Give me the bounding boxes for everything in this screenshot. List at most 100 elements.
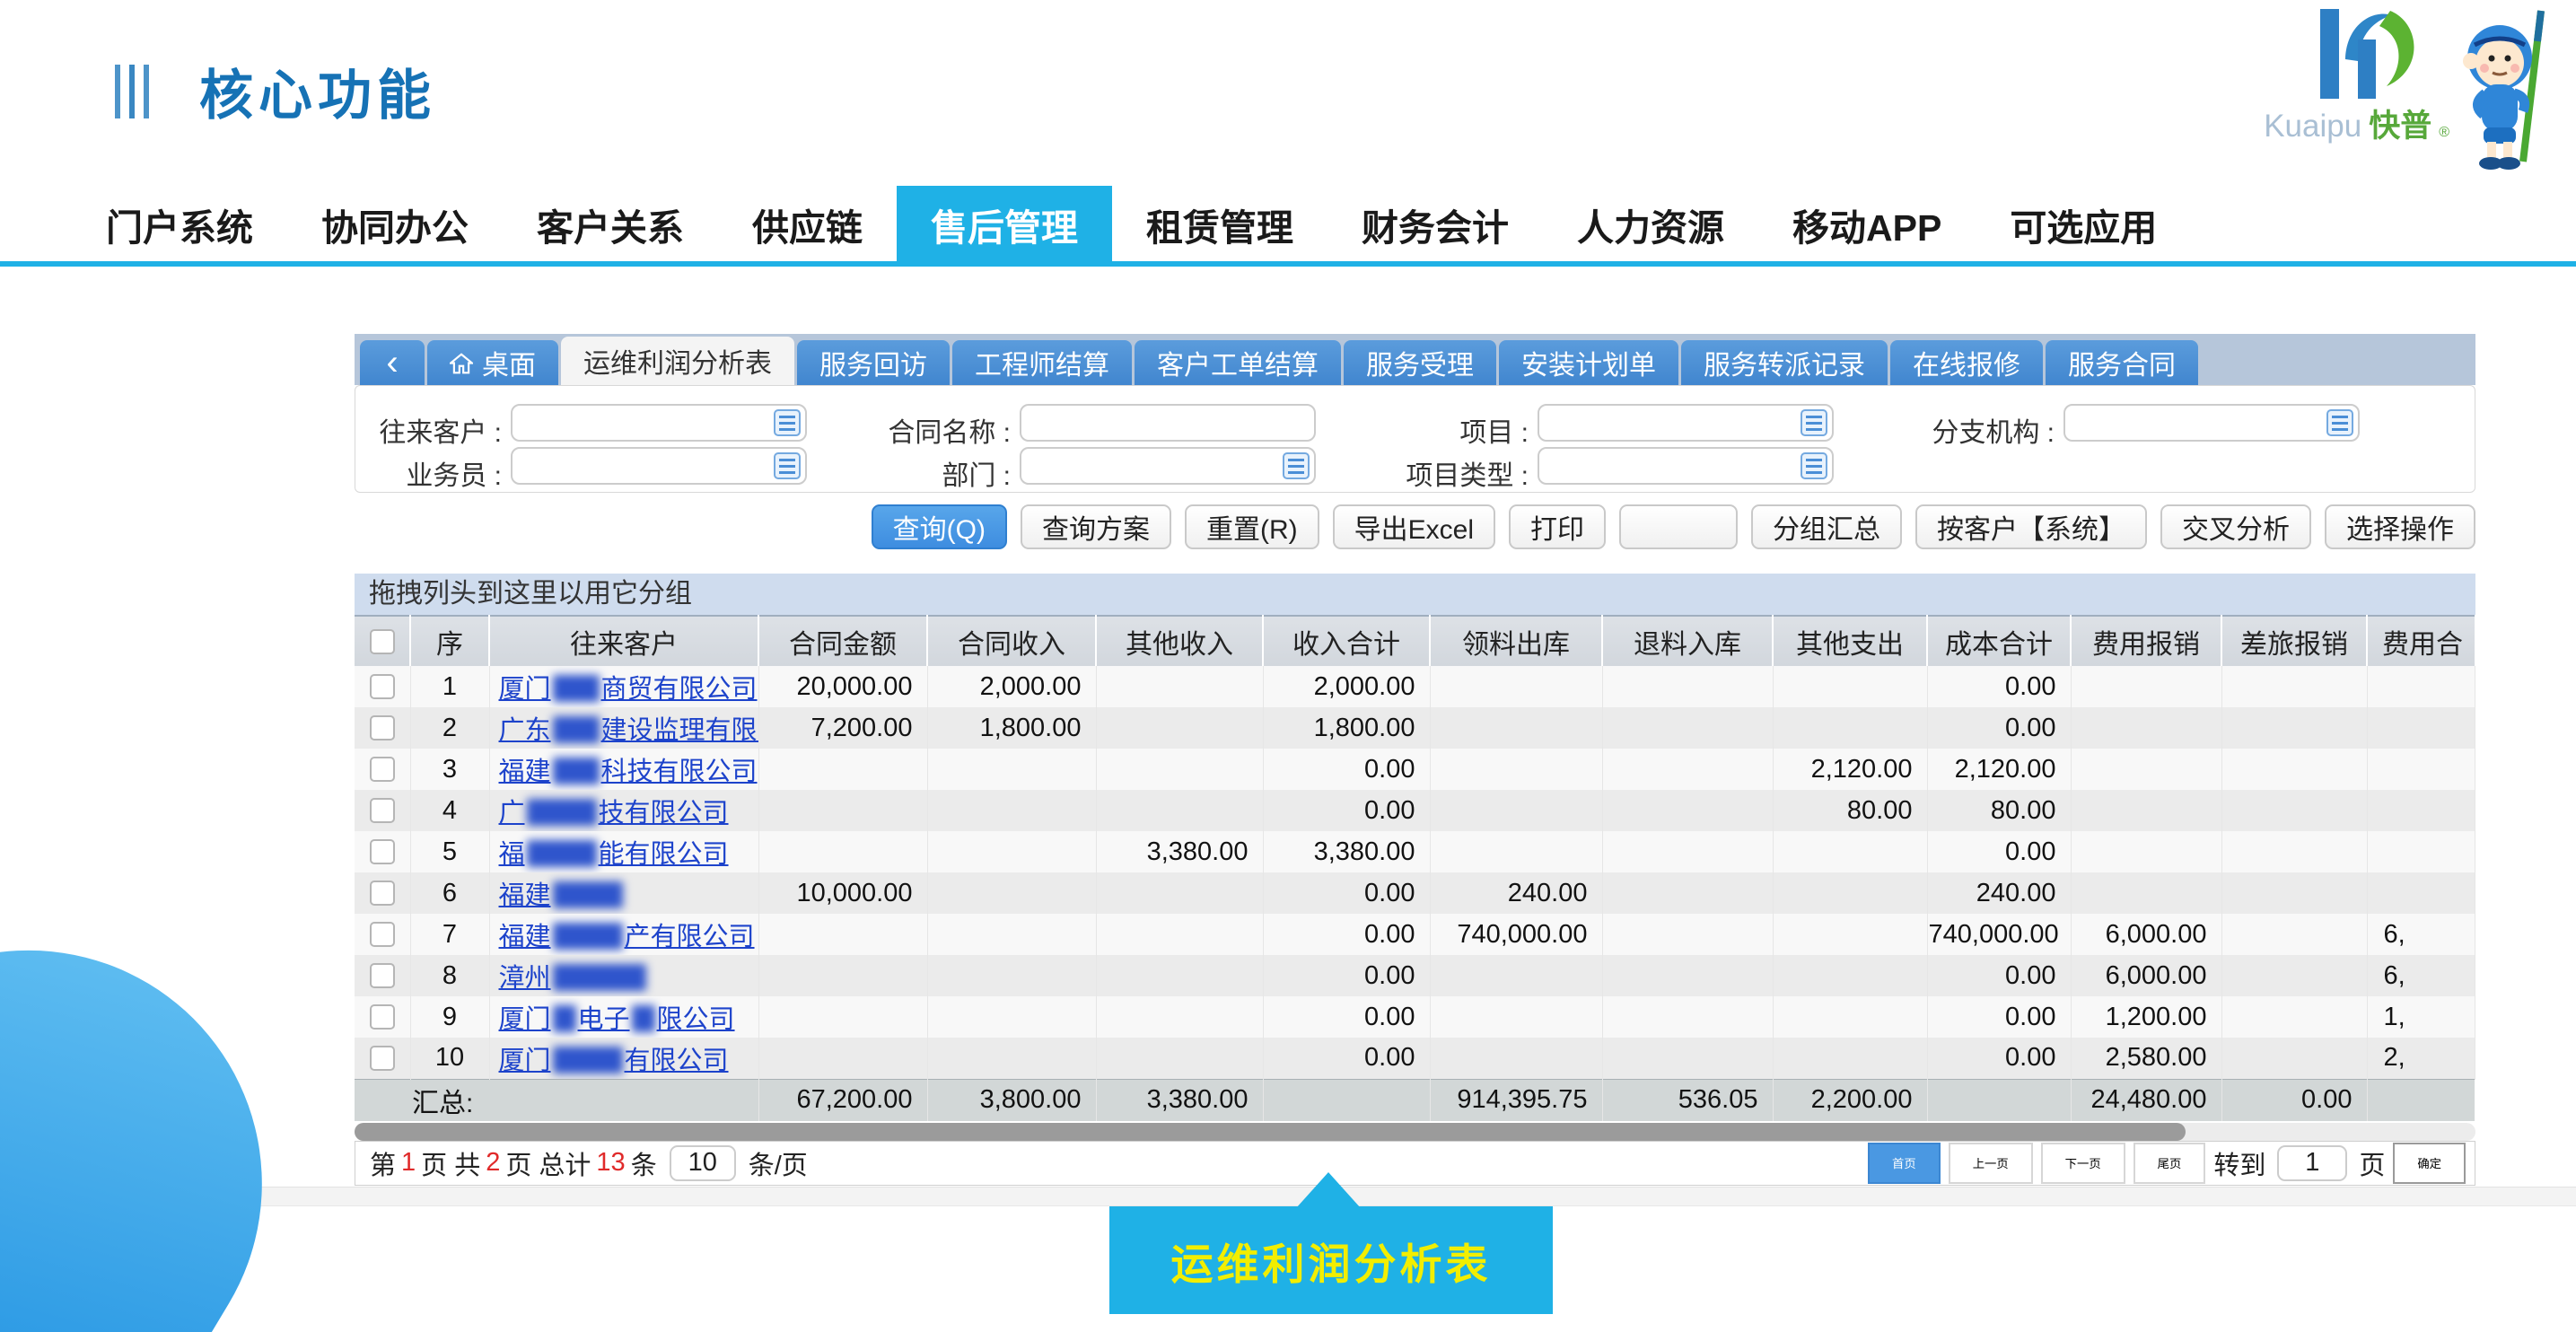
last-page-button[interactable]: 尾页 [2134, 1143, 2206, 1184]
filter-input-r1c1[interactable] [511, 404, 807, 442]
module-tab-9[interactable]: 在线报修 [1890, 340, 2043, 385]
column-header-11[interactable]: 费用报销 [2071, 616, 2221, 666]
group-drop-zone[interactable]: 拖拽列头到这里以用它分组 [355, 574, 2475, 615]
nav-item-4[interactable]: 供应链 [718, 186, 897, 263]
prev-page-button[interactable]: 上一页 [1949, 1143, 2033, 1184]
toolbar-button-9[interactable]: 交叉分析 [2160, 504, 2311, 549]
nav-item-6[interactable]: 租赁管理 [1112, 186, 1327, 263]
row-checkbox[interactable] [370, 881, 395, 906]
row-checkbox[interactable] [370, 922, 395, 947]
toolbar-button-5[interactable]: 打印 [1509, 504, 1606, 549]
row-checkbox[interactable] [370, 839, 395, 864]
row-checkbox[interactable] [370, 674, 395, 699]
filter-input-r1c4[interactable] [2063, 404, 2360, 442]
customer-link[interactable]: 厦门有限公司 [499, 1047, 729, 1075]
nav-item-7[interactable]: 财务会计 [1327, 186, 1543, 263]
customer-link[interactable]: 福建 [499, 881, 625, 910]
column-header-13[interactable]: 费用合 [2367, 616, 2475, 666]
customer-link[interactable]: 福建科技有限公司 [499, 758, 758, 786]
next-page-button[interactable]: 下一页 [2041, 1143, 2125, 1184]
nav-item-5[interactable]: 售后管理 [897, 186, 1112, 263]
tab-back-button[interactable]: ‹ [360, 340, 425, 385]
nav-item-9[interactable]: 移动APP [1758, 186, 1976, 263]
column-header-4[interactable]: 合同收入 [927, 616, 1096, 666]
toolbar-button-2[interactable]: 查询方案 [1021, 504, 1171, 549]
filter-input-r2c2[interactable] [1020, 447, 1316, 485]
page-size-input[interactable]: 10 [670, 1145, 736, 1181]
redacted-text [553, 716, 600, 743]
grid-cell [1096, 914, 1263, 955]
toolbar-button-10[interactable]: 选择操作 [2325, 504, 2475, 549]
nav-item-1[interactable]: 门户系统 [72, 186, 287, 263]
toolbar-button-3[interactable]: 重置(R) [1185, 504, 1319, 549]
row-checkbox[interactable] [370, 963, 395, 988]
filter-input-r2c1[interactable] [511, 447, 807, 485]
nav-item-10[interactable]: 可选应用 [1976, 186, 2191, 263]
module-tab-7[interactable]: 安装计划单 [1499, 340, 1678, 385]
list-picker-icon[interactable] [774, 409, 801, 436]
customer-link[interactable]: 漳州 [499, 964, 648, 993]
list-picker-icon[interactable] [774, 452, 801, 479]
column-header-1[interactable]: 序 [410, 616, 489, 666]
grid-cell: 6, [2367, 955, 2475, 996]
module-tab-1[interactable]: 桌面 [427, 340, 558, 385]
horizontal-scrollbar[interactable] [355, 1123, 2475, 1141]
confirm-button[interactable]: 确定 [2393, 1143, 2466, 1184]
list-picker-icon[interactable] [2326, 409, 2353, 436]
list-picker-icon[interactable] [1283, 452, 1310, 479]
toolbar-button-8[interactable]: 按客户【系统】 [1915, 504, 2147, 549]
summary-cell: 914,395.75 [1430, 1079, 1602, 1121]
first-page-button[interactable]: 首页 [1868, 1143, 1941, 1184]
customer-link[interactable]: 福能有限公司 [499, 840, 729, 869]
customer-link[interactable]: 厦门电子限公司 [499, 1005, 735, 1034]
filter-input-r1c2[interactable] [1020, 404, 1316, 442]
customer-link[interactable]: 广技有限公司 [499, 799, 729, 828]
summary-row: 汇总:67,200.003,800.003,380.00914,395.7553… [355, 1079, 2475, 1121]
toolbar-button-7[interactable]: 分组汇总 [1751, 504, 1902, 549]
list-picker-icon[interactable] [1801, 452, 1827, 479]
nav-item-8[interactable]: 人力资源 [1543, 186, 1758, 263]
row-checkbox[interactable] [370, 715, 395, 740]
row-checkbox[interactable] [370, 757, 395, 782]
list-picker-icon[interactable] [1801, 409, 1827, 436]
row-checkbox[interactable] [370, 1046, 395, 1071]
column-header-9[interactable]: 其他支出 [1773, 616, 1927, 666]
column-header-5[interactable]: 其他收入 [1096, 616, 1263, 666]
horizontal-scrollbar-thumb[interactable] [355, 1123, 2186, 1141]
query-button[interactable]: 查询(Q) [872, 504, 1007, 549]
column-header-12[interactable]: 差旅报销 [2221, 616, 2367, 666]
column-header-8[interactable]: 退料入库 [1602, 616, 1773, 666]
column-header-6[interactable]: 收入合计 [1263, 616, 1430, 666]
module-tab-3[interactable]: 服务回访 [797, 340, 950, 385]
module-tab-label: 安装计划单 [1521, 343, 1656, 382]
nav-item-3[interactable]: 客户关系 [503, 186, 718, 263]
column-header-3[interactable]: 合同金额 [758, 616, 927, 666]
module-tab-5[interactable]: 客户工单结算 [1135, 340, 1341, 385]
module-tab-8[interactable]: 服务转派记录 [1681, 340, 1888, 385]
grid-cell [758, 749, 927, 790]
customer-link[interactable]: 福建产有限公司 [499, 923, 755, 951]
column-header-7[interactable]: 领料出库 [1430, 616, 1602, 666]
summary-cell: 536.05 [1602, 1079, 1773, 1121]
column-header-2[interactable]: 往来客户 [489, 616, 758, 666]
column-header-10[interactable]: 成本合计 [1927, 616, 2071, 666]
module-tab-4[interactable]: 工程师结算 [952, 340, 1132, 385]
select-all-checkbox[interactable] [370, 629, 395, 654]
module-tab-10[interactable]: 服务合同 [2046, 340, 2198, 385]
row-checkbox[interactable] [370, 798, 395, 823]
grid-cell [1602, 749, 1773, 790]
row-number-cell: 3 [410, 749, 489, 790]
customer-link[interactable]: 厦门商贸有限公司 [499, 675, 758, 704]
pagination-bar: 第1页 共2页 总计13条10条/页首页上一页下一页尾页转到1页确定 [355, 1141, 2475, 1186]
toolbar-empty-box[interactable] [1619, 504, 1738, 549]
nav-item-2[interactable]: 协同办公 [287, 186, 503, 263]
filter-input-r2c3[interactable] [1538, 447, 1834, 485]
module-tab-2[interactable]: 运维利润分析表 [561, 337, 794, 385]
row-checkbox[interactable] [370, 1004, 395, 1030]
filter-input-r1c3[interactable] [1538, 404, 1834, 442]
goto-page-input[interactable]: 1 [2277, 1145, 2347, 1181]
module-tab-6[interactable]: 服务受理 [1344, 340, 1496, 385]
customer-link[interactable]: 广东建设监理有限... [499, 716, 759, 745]
redacted-text [553, 1047, 623, 1073]
toolbar-button-4[interactable]: 导出Excel [1333, 504, 1495, 549]
